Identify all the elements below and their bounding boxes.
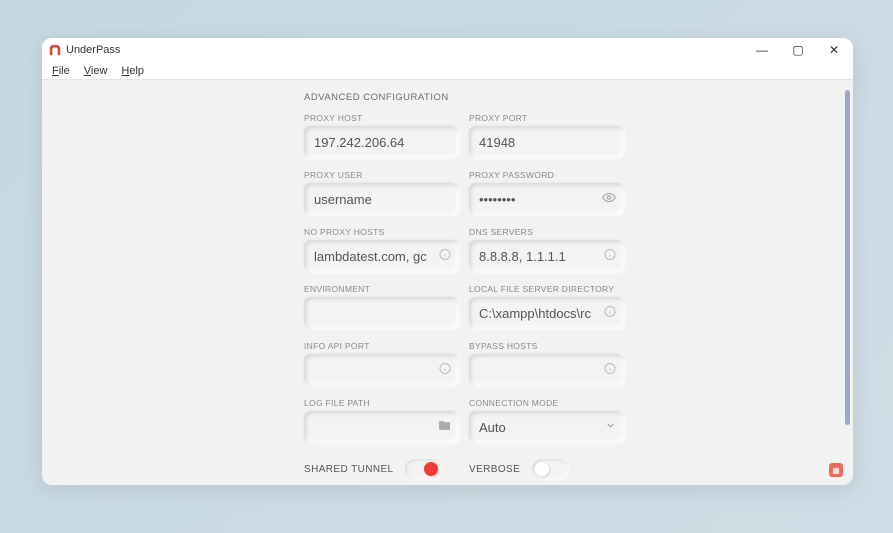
info-icon[interactable]: [604, 306, 616, 321]
info-icon[interactable]: [439, 249, 451, 264]
log-file-path-label: LOG FILE PATH: [304, 398, 459, 408]
advanced-config-panel: ADVANCED CONFIGURATION PROXY HOST PROXY …: [304, 92, 624, 485]
info-api-port-input-wrap: [304, 354, 459, 386]
corner-badge-icon[interactable]: ▦: [829, 463, 843, 477]
titlebar: UnderPass — ▢ ✕: [42, 38, 853, 62]
proxy-password-input[interactable]: [479, 192, 614, 207]
proxy-host-input-wrap: [304, 126, 459, 158]
close-button[interactable]: ✕: [827, 43, 841, 57]
proxy-password-label: PROXY PASSWORD: [469, 170, 624, 180]
no-proxy-hosts-label: NO PROXY HOSTS: [304, 227, 459, 237]
maximize-button[interactable]: ▢: [791, 43, 805, 57]
dns-servers-label: DNS SERVERS: [469, 227, 624, 237]
info-api-port-label: INFO API PORT: [304, 341, 459, 351]
section-title: ADVANCED CONFIGURATION: [304, 92, 624, 103]
connection-mode-value: Auto: [479, 420, 614, 435]
local-file-dir-input[interactable]: [479, 306, 614, 321]
proxy-host-label: PROXY HOST: [304, 113, 459, 123]
no-proxy-hosts-input-wrap: [304, 240, 459, 272]
proxy-user-input-wrap: [304, 183, 459, 215]
chevron-down-icon: [605, 420, 616, 434]
content-area: ADVANCED CONFIGURATION PROXY HOST PROXY …: [42, 80, 853, 485]
local-file-dir-label: LOCAL FILE SERVER DIRECTORY: [469, 284, 624, 294]
info-icon[interactable]: [604, 363, 616, 378]
verbose-label: VERBOSE: [469, 464, 520, 475]
shared-tunnel-toggle[interactable]: [405, 459, 441, 479]
proxy-password-input-wrap: [469, 183, 624, 215]
environment-label: ENVIRONMENT: [304, 284, 459, 294]
environment-input[interactable]: [314, 306, 449, 321]
connection-mode-label: CONNECTION MODE: [469, 398, 624, 408]
proxy-host-input[interactable]: [314, 135, 449, 150]
scrollbar[interactable]: [845, 90, 850, 425]
dns-servers-input[interactable]: [479, 249, 614, 264]
info-icon[interactable]: [439, 363, 451, 378]
bypass-hosts-input-wrap: [469, 354, 624, 386]
menu-view[interactable]: View: [78, 65, 114, 77]
proxy-user-label: PROXY USER: [304, 170, 459, 180]
info-api-port-input[interactable]: [314, 363, 449, 378]
verbose-toggle[interactable]: [532, 459, 568, 479]
proxy-port-input[interactable]: [479, 135, 614, 150]
folder-icon[interactable]: [438, 419, 451, 435]
dns-servers-input-wrap: [469, 240, 624, 272]
no-proxy-hosts-input[interactable]: [314, 249, 449, 264]
menubar: File View Help: [42, 62, 853, 80]
proxy-port-input-wrap: [469, 126, 624, 158]
proxy-port-label: PROXY PORT: [469, 113, 624, 123]
app-title: UnderPass: [66, 44, 120, 56]
eye-icon[interactable]: [602, 191, 616, 208]
environment-input-wrap: [304, 297, 459, 329]
log-file-path-input-wrap: [304, 411, 459, 443]
app-window: UnderPass — ▢ ✕ File View Help ADVANCED …: [42, 38, 853, 485]
minimize-button[interactable]: —: [755, 43, 769, 57]
window-controls: — ▢ ✕: [755, 43, 847, 57]
proxy-user-input[interactable]: [314, 192, 449, 207]
connection-mode-select[interactable]: Auto: [469, 411, 624, 443]
info-icon[interactable]: [604, 249, 616, 264]
shared-tunnel-label: SHARED TUNNEL: [304, 464, 393, 475]
menu-file[interactable]: File: [46, 65, 76, 77]
bypass-hosts-label: BYPASS HOSTS: [469, 341, 624, 351]
log-file-path-input[interactable]: [314, 420, 449, 435]
menu-help[interactable]: Help: [115, 65, 150, 77]
bypass-hosts-input[interactable]: [479, 363, 614, 378]
local-file-dir-input-wrap: [469, 297, 624, 329]
app-logo-icon: [48, 43, 62, 57]
